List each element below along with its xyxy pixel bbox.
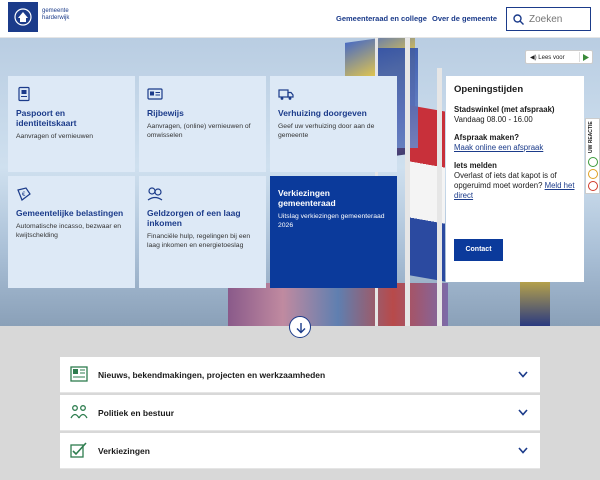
flag-mixed: [228, 283, 448, 326]
tile-description: Aanvragen, (online) vernieuwen of omwiss…: [147, 123, 251, 139]
nav-gemeenteraad-college[interactable]: Gemeenteraad en college: [336, 14, 427, 23]
tile-verhuizing[interactable]: Verhuizing doorgeven Geef uw verhuizing …: [270, 76, 397, 172]
passport-icon: [18, 86, 30, 102]
people-icon: [70, 405, 88, 419]
scroll-down-button[interactable]: [289, 316, 311, 338]
tile-title: Verkiezingen gemeenteraad: [278, 188, 336, 208]
tile-title: Verhuizing doorgeven: [278, 108, 367, 118]
search-input[interactable]: [529, 11, 587, 27]
logo-text: gemeente harderwijk: [42, 8, 69, 22]
moving-truck-icon: [278, 89, 294, 100]
site-logo[interactable]: gemeente harderwijk: [8, 2, 69, 32]
tile-description: Aanvragen of vernieuwen: [16, 133, 94, 140]
chevron-down-icon: [518, 409, 528, 416]
tile-belastingen[interactable]: € Gemeentelijke belastingen Automatische…: [8, 176, 135, 288]
tile-title: Gemeentelijke belastingen: [16, 208, 124, 218]
site-header: gemeente harderwijk Gemeenteraad en coll…: [0, 0, 600, 38]
accordion-label: Nieuws, bekendmakingen, projecten en wer…: [98, 370, 326, 380]
sad-face-icon[interactable]: [588, 181, 598, 191]
tile-title: Paspoort en identiteitskaart: [16, 108, 77, 128]
read-aloud-button[interactable]: ◀) Lees voor: [525, 50, 593, 64]
accordion-verkiezingen[interactable]: Verkiezingen: [60, 433, 540, 469]
feedback-widget[interactable]: UW REACTIE: [585, 118, 600, 194]
tile-verkiezingen[interactable]: Verkiezingen gemeenteraad Uitslag verkie…: [270, 176, 397, 288]
search-icon: [513, 14, 524, 25]
arrow-down-icon: [296, 323, 306, 334]
tax-icon: €: [17, 187, 31, 201]
opening-time: Vandaag 08.00 - 16.00: [454, 115, 533, 124]
accordion-nieuws[interactable]: Nieuws, bekendmakingen, projecten en wer…: [60, 357, 540, 393]
flag-pole: [437, 68, 442, 326]
logo-line-1: gemeente: [42, 8, 69, 14]
ballot-icon: [70, 442, 87, 458]
feedback-label: UW REACTIE: [588, 121, 594, 153]
happy-face-icon[interactable]: [588, 157, 598, 167]
location-name: Stadswinkel (met afspraak): [454, 105, 555, 114]
accordion-label: Verkiezingen: [98, 446, 150, 456]
crest-icon: [8, 2, 38, 32]
tile-title: Geldzorgen of een laag inkomen: [147, 208, 241, 228]
search-box[interactable]: [506, 7, 591, 31]
flag-pole: [405, 38, 410, 326]
tile-rijbewijs[interactable]: Rijbewijs Aanvragen, (online) vernieuwen…: [139, 76, 266, 172]
tile-description: Automatische incasso, bezwaar en kwijtsc…: [16, 223, 122, 239]
accordion-politiek[interactable]: Politiek en bestuur: [60, 395, 540, 431]
read-aloud-label: ◀) Lees voor: [530, 55, 565, 61]
accordion-label: Politiek en bestuur: [98, 408, 175, 418]
opening-hours-title: Openingstijden: [454, 84, 524, 95]
opening-hours-panel: Openingstijden Stadswinkel (met afspraak…: [446, 76, 584, 282]
tile-description: Geef uw verhuizing door aan de gemeente: [278, 123, 375, 139]
money-help-icon: [147, 187, 163, 201]
tile-description: Uitslag verkiezingen gemeenteraad 2026: [278, 213, 385, 229]
nav-over-de-gemeente[interactable]: Over de gemeente: [432, 14, 497, 23]
tile-title: Rijbewijs: [147, 108, 184, 118]
chevron-down-icon: [518, 447, 528, 454]
neutral-face-icon[interactable]: [588, 169, 598, 179]
drivers-license-icon: [147, 88, 163, 100]
report-title: Iets melden: [454, 161, 497, 170]
chevron-down-icon: [518, 371, 528, 378]
appointment-link[interactable]: Maak online een afspraak: [454, 143, 576, 153]
tile-paspoort[interactable]: Paspoort en identiteitskaart Aanvragen o…: [8, 76, 135, 172]
contact-button[interactable]: Contact: [454, 239, 503, 261]
appointment-title: Afspraak maken?: [454, 133, 520, 142]
newspaper-icon: [70, 366, 88, 382]
report-text: Overlast of iets dat kapot is of opgerui…: [454, 171, 575, 200]
play-icon[interactable]: [579, 52, 592, 62]
tile-geldzorgen[interactable]: Geldzorgen of een laag inkomen Financiël…: [139, 176, 266, 288]
tile-description: Financiële hulp, regelingen bij een laag…: [147, 233, 251, 249]
logo-line-2: harderwijk: [42, 15, 70, 21]
